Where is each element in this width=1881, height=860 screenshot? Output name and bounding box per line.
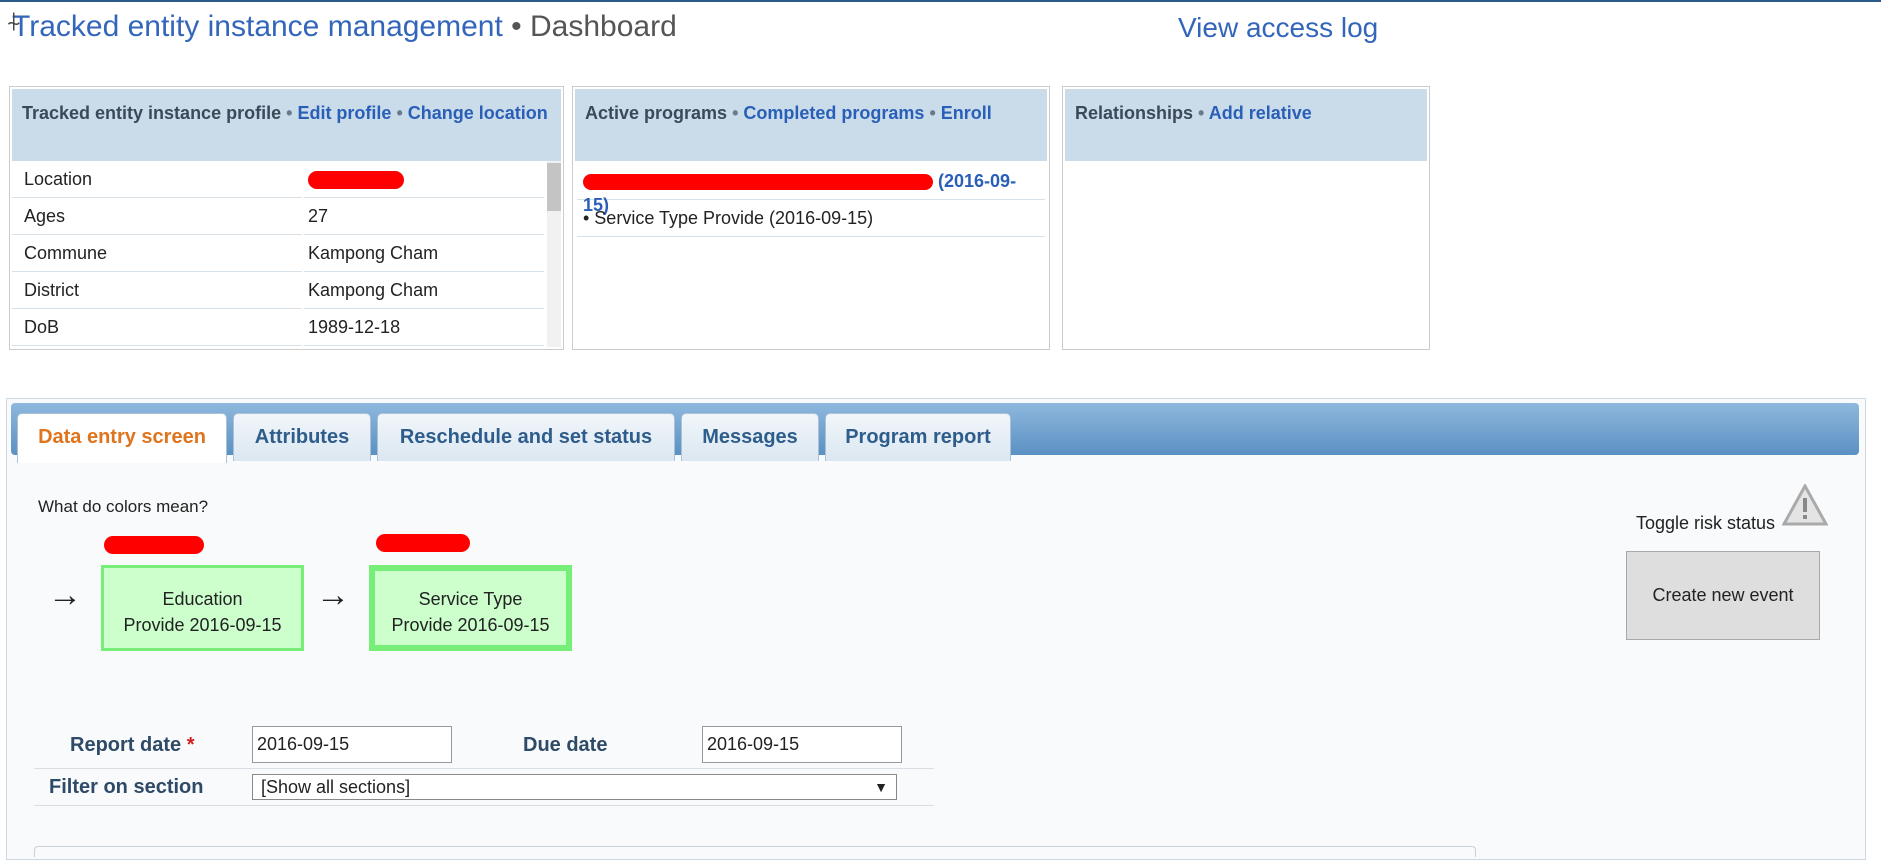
attr-label: DoB [12,309,302,346]
edit-profile-link[interactable]: Edit profile [297,103,391,123]
attr-value: 1989-12-18 [304,309,544,346]
tab-bar: Data entry screen Attributes Reschedule … [11,403,1859,463]
attr-value-redacted [304,161,544,198]
page-header: ⍭ Tracked entity instance management • D… [6,6,677,44]
relationships-panel-title: Relationships [1075,103,1194,123]
page-title: Dashboard [530,10,677,43]
filter-section-select[interactable]: [Show all sections] ▼ [252,774,897,800]
back-icon[interactable]: ⍭ [6,6,22,38]
attr-label: Commune [12,235,302,272]
dropdown-caret-icon: ▼ [874,779,888,795]
breadcrumb-link[interactable]: Tracked entity instance management [12,10,503,43]
breadcrumb-separator: • [511,10,522,43]
attr-label: District [12,272,302,309]
due-date-label: Due date [523,734,608,756]
tab-data-entry[interactable]: Data entry screen [17,413,227,463]
view-access-log-link[interactable]: View access log [1178,12,1378,44]
colors-legend-link[interactable]: What do colors mean? [38,497,208,517]
relationships-panel: Relationships • Add relative [1062,86,1430,350]
top-border [0,0,1881,2]
programs-panel-header: Active programs • Completed programs • E… [575,89,1047,161]
profile-scroll-thumb[interactable] [547,163,561,211]
attr-label: Location [12,161,302,198]
toggle-risk-label: Toggle risk status [1636,513,1776,533]
tab-program-report[interactable]: Program report [825,413,1011,461]
program-stage-item: • Service Type Provide (2016-09-15) [577,200,1045,237]
stage-service-type[interactable]: Service Type Provide 2016-09-15 [369,565,572,651]
profile-table: Location Ages 27 Commune Kampong Cham Di… [12,161,553,347]
flow-arrow: → [316,576,350,614]
filter-section-value: [Show all sections] [261,777,411,797]
create-new-event-button[interactable]: Create new event [1626,551,1820,640]
required-mark: * [186,734,195,756]
attr-value: Kampong Cham [304,235,544,272]
add-relative-link[interactable]: Add relative [1209,103,1312,123]
stage-name: Education [162,589,243,609]
profile-panel: Tracked entity instance profile • Edit p… [9,86,564,350]
table-row: Ages 27 [12,198,553,235]
completed-programs-link[interactable]: Completed programs [743,103,924,123]
relationships-panel-header: Relationships • Add relative [1065,89,1427,161]
table-row: Commune Kampong Cham [12,235,553,272]
table-row: DoB 1989-12-18 [12,309,553,346]
attr-value: Kampong Cham [304,272,544,309]
attr-value: 27 [304,198,544,235]
programs-panel-title: Active programs [585,103,728,123]
stage-status: Provide 2016-09-15 [123,615,282,635]
redaction-mark [376,534,470,552]
profile-panel-title: Tracked entity instance profile [22,103,282,123]
active-program-item[interactable]: (2016-09-15) [577,163,1045,215]
section-box [34,846,1476,857]
report-date-label: Report date * [70,734,195,756]
redaction-mark [583,174,933,191]
enroll-link[interactable]: Enroll [941,103,992,123]
attr-label: Ages [12,198,302,235]
form-divider [34,805,934,806]
due-date-input[interactable]: 2016-09-15 [702,726,902,763]
table-row: District Kampong Cham [12,272,553,309]
stage-education[interactable]: Education Provide 2016-09-15 [101,565,304,651]
redaction-mark [308,171,404,190]
redaction-mark [104,536,204,554]
change-location-link[interactable]: Change location [408,103,548,123]
tab-messages[interactable]: Messages [681,413,819,461]
stage-name: Service Type [418,589,523,609]
flow-arrow: → [48,576,82,614]
stage-status: Provide 2016-09-15 [391,615,550,635]
form-divider [34,768,934,769]
filter-section-label: Filter on section [49,776,204,798]
tab-attributes[interactable]: Attributes [233,413,371,461]
table-row: Location [12,161,553,198]
programs-panel: Active programs • Completed programs • E… [572,86,1050,350]
warning-icon[interactable] [1782,484,1828,526]
report-date-input[interactable]: 2016-09-15 [252,726,452,763]
profile-panel-header: Tracked entity instance profile • Edit p… [12,89,561,161]
tab-reschedule[interactable]: Reschedule and set status [377,413,675,461]
